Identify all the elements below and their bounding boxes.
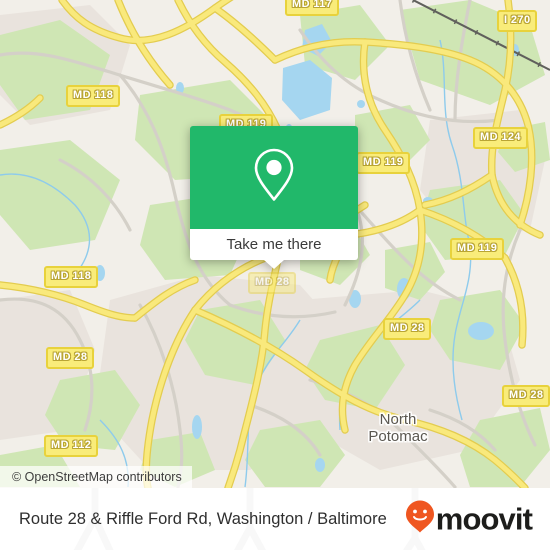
road-shield: MD 112	[44, 435, 99, 457]
road-shield: I 270	[497, 10, 538, 32]
road-shield: MD 28	[502, 385, 550, 407]
map-attribution[interactable]: © OpenStreetMap contributors	[0, 466, 192, 488]
callout-pointer-tail	[264, 260, 284, 269]
road-shield: MD 28	[383, 318, 432, 340]
road-shield: MD 28	[248, 272, 297, 294]
road-shield: MD 28	[46, 347, 95, 369]
take-me-there-button[interactable]: Take me there	[190, 229, 358, 260]
footer-bar: Route 28 & Riffle Ford Rd, Washington / …	[0, 488, 550, 550]
screenshot-root: MD 117 I 270 MD 118 MD 119 MD 124 MD 119 MD 11…	[0, 0, 550, 550]
road-shield: MD 119	[356, 152, 411, 174]
footer-address-text: Route 28 & Riffle Ford Rd, Washington / …	[19, 509, 387, 528]
map-place-label: North Potomac	[368, 411, 428, 445]
take-me-there-label: Take me there	[226, 236, 322, 253]
road-shield: MD 124	[473, 127, 528, 149]
road-shield: MD 117	[285, 0, 340, 16]
road-shield: MD 119	[450, 238, 505, 260]
moovit-pin-icon	[405, 500, 435, 539]
callout-pin-panel	[190, 126, 358, 229]
attribution-text: © OpenStreetMap contributors	[12, 470, 182, 484]
map-pin-icon	[251, 146, 297, 209]
road-shield: MD 118	[66, 85, 121, 107]
moovit-logo[interactable]: moovit	[405, 500, 533, 539]
map-canvas[interactable]: MD 117 I 270 MD 118 MD 119 MD 124 MD 119 MD 11…	[0, 0, 550, 488]
location-callout-card[interactable]: Take me there	[190, 126, 358, 269]
moovit-wordmark: moovit	[435, 501, 533, 537]
road-shield: MD 118	[44, 266, 99, 288]
